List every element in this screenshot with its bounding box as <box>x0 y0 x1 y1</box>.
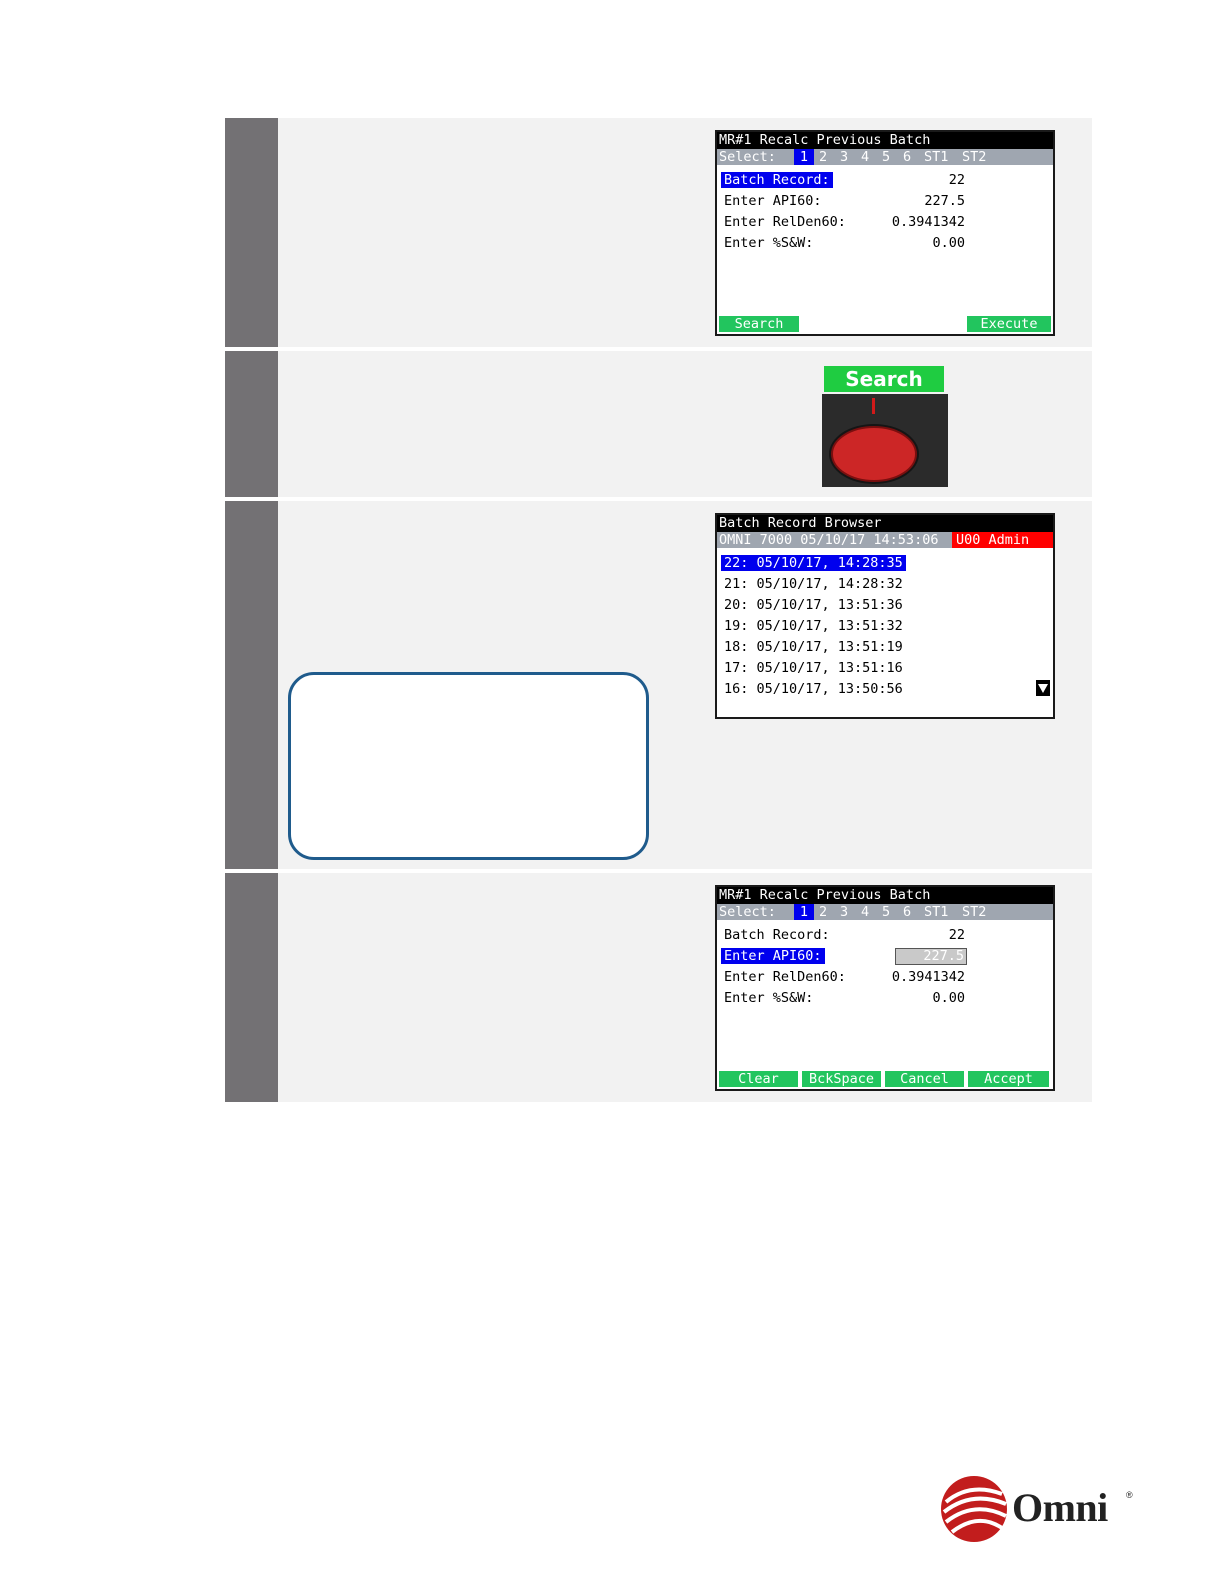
field-label-batch-record[interactable]: Batch Record: <box>721 172 833 188</box>
record-row[interactable]: 17: 05/10/17, 13:51:16 <box>724 659 903 677</box>
screen-title: MR#1 Recalc Previous Batch <box>717 132 1053 149</box>
step-bar <box>225 501 278 869</box>
search-key[interactable]: Search <box>822 366 948 487</box>
field-label-sw[interactable]: Enter %S&W: <box>724 234 813 252</box>
select-tab-6[interactable]: 6 <box>903 904 911 920</box>
status-bar: OMNI 7000 05/10/17 14:53:06 <box>717 532 952 548</box>
note-box <box>288 672 649 860</box>
select-tab-3[interactable]: 3 <box>840 904 848 920</box>
select-tab-1[interactable]: 1 <box>794 149 814 165</box>
step-row-2 <box>225 351 1092 497</box>
select-tab-5[interactable]: 5 <box>882 149 890 165</box>
select-tab-2[interactable]: 2 <box>819 904 827 920</box>
field-label-relden60[interactable]: Enter RelDen60: <box>724 968 846 986</box>
step-bar <box>225 351 278 497</box>
select-bar: Select: 1 2 3 4 5 6 ST1 ST2 <box>717 149 1053 165</box>
select-tab-6[interactable]: 6 <box>903 149 911 165</box>
select-tab-st1[interactable]: ST1 <box>924 904 948 920</box>
logo-wordmark: Omni <box>1012 1485 1108 1530</box>
step-bar <box>225 873 278 1102</box>
field-value-batch-record: 22 <box>948 172 965 188</box>
scroll-down-arrow-icon[interactable] <box>1036 680 1050 696</box>
screen-title: MR#1 Recalc Previous Batch <box>717 887 1053 904</box>
select-tab-st2[interactable]: ST2 <box>962 904 986 920</box>
batch-record-browser-screen: Batch Record Browser OMNI 7000 05/10/17 … <box>715 513 1055 719</box>
select-tab-1[interactable]: 1 <box>794 904 814 920</box>
cancel-softkey[interactable]: Cancel <box>885 1071 964 1087</box>
record-row[interactable]: 19: 05/10/17, 13:51:32 <box>724 617 903 635</box>
accept-softkey[interactable]: Accept <box>968 1071 1049 1087</box>
select-label: Select: <box>719 149 776 165</box>
select-bar: Select: 1 2 3 4 5 6 ST1 ST2 <box>717 904 1053 920</box>
recalc-edit-screen: MR#1 Recalc Previous Batch Select: 1 2 3… <box>715 885 1055 1091</box>
field-value-batch-record: 22 <box>948 927 965 943</box>
step-bar <box>225 118 278 347</box>
field-value-sw: 0.00 <box>932 235 965 251</box>
field-label-sw[interactable]: Enter %S&W: <box>724 989 813 1007</box>
screen-title: Batch Record Browser <box>717 515 1053 532</box>
omni-swirl-icon <box>941 1476 1007 1542</box>
record-row[interactable]: 20: 05/10/17, 13:51:36 <box>724 596 903 614</box>
backspace-softkey[interactable]: BckSpace <box>802 1071 881 1087</box>
select-tab-st2[interactable]: ST2 <box>962 149 986 165</box>
field-label-api60[interactable]: Enter API60: <box>721 948 825 964</box>
field-label-relden60[interactable]: Enter RelDen60: <box>724 213 846 231</box>
record-row-selected[interactable]: 22: 05/10/17, 14:28:35 <box>721 555 906 571</box>
field-value-api60: 227.5 <box>924 193 965 209</box>
select-tab-4[interactable]: 4 <box>861 149 869 165</box>
api60-edit-field[interactable]: 227.5 <box>895 948 967 965</box>
field-value-relden60: 0.3941342 <box>891 969 965 985</box>
field-value-relden60: 0.3941342 <box>891 214 965 230</box>
select-tab-2[interactable]: 2 <box>819 149 827 165</box>
search-key-label: Search <box>824 366 944 392</box>
select-label: Select: <box>719 904 776 920</box>
registered-mark: ® <box>1126 1490 1133 1500</box>
select-tab-3[interactable]: 3 <box>840 149 848 165</box>
clear-softkey[interactable]: Clear <box>719 1071 798 1087</box>
record-row[interactable]: 16: 05/10/17, 13:50:56 <box>724 680 903 698</box>
record-row[interactable]: 18: 05/10/17, 13:51:19 <box>724 638 903 656</box>
field-label-api60[interactable]: Enter API60: <box>724 192 822 210</box>
field-value-sw: 0.00 <box>932 990 965 1006</box>
user-badge: U00 Admin <box>952 532 1053 548</box>
recalc-screen: MR#1 Recalc Previous Batch Select: 1 2 3… <box>715 130 1055 336</box>
search-softkey[interactable]: Search <box>719 316 799 332</box>
select-tab-5[interactable]: 5 <box>882 904 890 920</box>
field-label-batch-record[interactable]: Batch Record: <box>724 926 830 944</box>
record-row[interactable]: 21: 05/10/17, 14:28:32 <box>724 575 903 593</box>
execute-softkey[interactable]: Execute <box>967 316 1051 332</box>
select-tab-4[interactable]: 4 <box>861 904 869 920</box>
select-tab-st1[interactable]: ST1 <box>924 149 948 165</box>
red-push-button-icon[interactable] <box>822 394 948 487</box>
omni-logo: Omni ® <box>940 1472 1140 1546</box>
